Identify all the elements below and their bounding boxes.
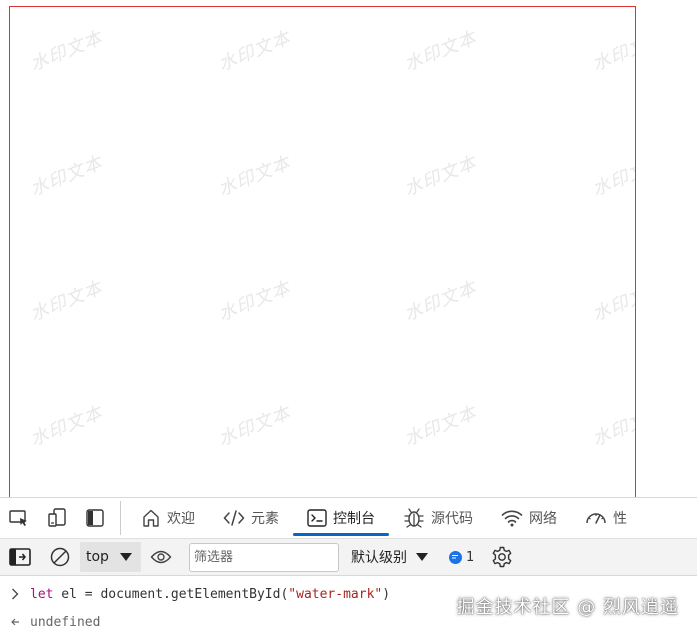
log-level-label: 默认级别 [350,550,407,566]
gauge-icon [586,513,606,524]
watermark-text: 水印文本 [27,277,106,326]
toggle-sidebar-icon[interactable] [76,498,114,538]
watermark-text: 水印文本 [589,402,636,451]
watermark-text: 水印文本 [215,152,294,201]
tab-console[interactable]: 控制台 [293,498,389,538]
clear-console-icon[interactable] [40,539,80,575]
watermark-text: 水印文本 [215,402,294,451]
console-toolbar: top 默认级别 1 [0,538,697,576]
log-level-dropdown[interactable]: 默认级别 [351,547,429,567]
watermark-container: 水印文本 水印文本 水印文本 水印文本 水印文本 水印文本 水印文本 水印文本 水印文本 水印文本… [9,6,636,497]
tab-performance-label: 性 [613,511,627,527]
tabbar-divider [120,501,121,535]
result-value: undefined [30,614,101,630]
tab-network-label: 网络 [529,511,557,527]
code-icon [223,510,245,526]
watermark-text: 水印文本 [27,27,106,76]
watermark-text: 水印文本 [27,402,106,451]
prompt-chevron-icon [0,588,30,600]
tab-welcome[interactable]: 欢迎 [127,498,209,538]
watermark-text: 水印文本 [401,277,480,326]
code-expression: el = document.getElementById( [53,586,289,602]
context-select-value: top [86,549,109,565]
wifi-icon [501,510,523,527]
page-viewport: 水印文本 水印文本 水印文本 水印文本 水印文本 水印文本 水印文本 水印文本 水印文本 水印文本… [0,0,697,497]
show-sidebar-icon[interactable] [0,539,40,575]
device-emulation-icon[interactable] [38,498,76,538]
filter-input[interactable] [188,542,339,572]
tab-console-label: 控制台 [333,511,375,527]
home-icon [143,509,159,527]
devtools-tabbar: 欢迎 元素 控制台 源代码 网络 性 [0,497,697,538]
tab-performance[interactable]: 性 [571,498,641,538]
tab-network[interactable]: 网络 [487,498,571,538]
message-count[interactable]: 1 [448,549,475,565]
context-select[interactable]: top [80,542,141,572]
watermark-text: 水印文本 [215,27,294,76]
watermark-text: 水印文本 [401,27,480,76]
message-icon [448,550,462,564]
result-arrow-icon [0,617,30,627]
inspect-element-icon[interactable] [0,498,38,538]
code-string: "water-mark" [288,586,383,602]
tab-elements-label: 元素 [251,511,279,527]
watermark-text: 水印文本 [215,277,294,326]
tab-sources-label: 源代码 [431,511,473,527]
watermark-text: 水印文本 [401,152,480,201]
console-icon [307,509,327,527]
credit-watermark: 掘金技术社区 @ 烈风逍遥 [456,597,679,618]
tab-sources[interactable]: 源代码 [389,498,487,538]
code-close-paren: ) [382,586,391,602]
console-settings-icon[interactable] [482,539,522,575]
watermark-text: 水印文本 [589,152,636,201]
live-expression-icon[interactable] [141,539,181,575]
watermark-text: 水印文本 [401,402,480,451]
watermark-text: 水印文本 [589,277,636,326]
tab-elements[interactable]: 元素 [209,498,293,538]
code-keyword: let [30,586,54,602]
watermark-text: 水印文本 [27,152,106,201]
caret-down-icon [415,553,428,561]
message-count-value: 1 [465,549,475,565]
watermark-text: 水印文本 [589,27,636,76]
tab-welcome-label: 欢迎 [167,511,195,527]
caret-down-icon [119,553,132,561]
bug-icon [404,508,424,528]
